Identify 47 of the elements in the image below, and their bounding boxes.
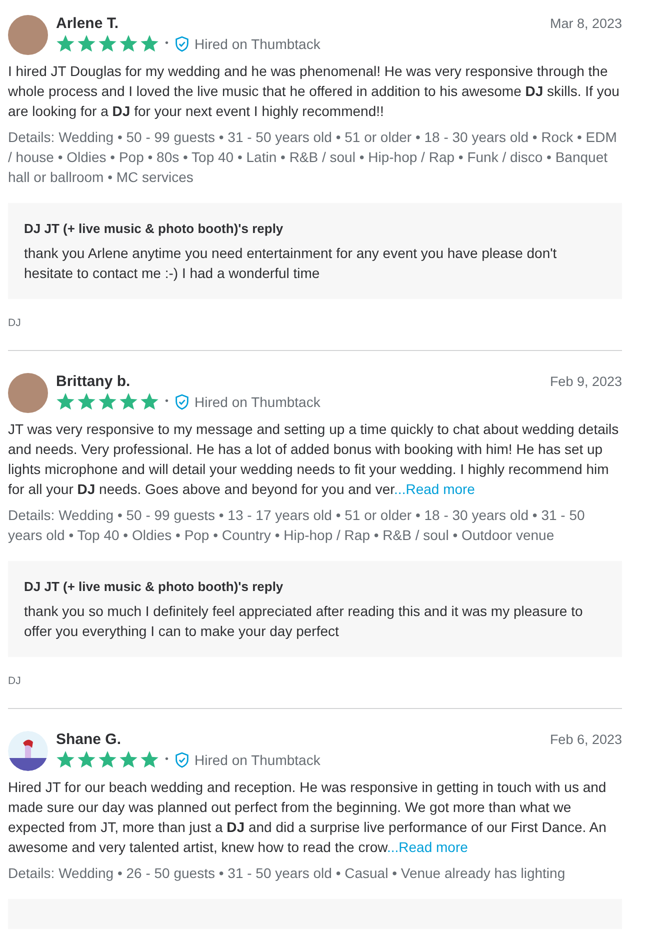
star-icon: [140, 34, 159, 53]
avatar-photo: [8, 15, 48, 55]
read-more-link[interactable]: ...Read more: [394, 481, 475, 497]
star-icon: [140, 750, 159, 769]
star-icon: [98, 392, 117, 411]
star-icon: [119, 392, 138, 411]
star-icon: [119, 750, 138, 769]
star-icon: [56, 392, 75, 411]
star-icon: [119, 34, 138, 53]
star-icon: [77, 750, 96, 769]
separator-dot: •: [165, 754, 169, 765]
separator-dot: •: [165, 38, 169, 49]
shield-check-icon: [174, 752, 189, 768]
avatar-photo: [8, 373, 48, 413]
shield-check-icon: [174, 394, 189, 410]
star-icon: [98, 34, 117, 53]
separator-dot: •: [165, 396, 169, 407]
review-date: Feb 6, 2023: [550, 732, 622, 747]
review-details: Details: Wedding • 50 - 99 guests • 31 - 50 years old • 51 or older • 18 - 30 years old • Rock • EDM / house • Oldies • Pop • 80s • Top 40 • Latin • R&B / soul • Hip-hop / Rap • Funk / disco • Banquet hall or ballroom • MC services: [8, 128, 618, 187]
reply-title: DJ JT (+ live music & photo booth)'s reply: [24, 579, 284, 594]
star-icon: [98, 750, 117, 769]
star-icon: [140, 392, 159, 411]
service-tag: DJ: [8, 317, 622, 329]
review-details: Details: Wedding • 50 - 99 guests • 13 - 17 years old • 51 or older • 18 - 30 years old • 31 - 50 years old • Top 40 • Oldies • Pop • Country • Hip-hop / Rap • R&B / soul • Outdoor venue: [8, 506, 586, 545]
review-date: Mar 8, 2023: [550, 16, 622, 31]
review-text: JT was very responsive to my message and setting up a time quickly to chat about wedding details and needs. Very professional. He has a lot of added bonus with booking with him! He has set up lights microphone and will detail your wedding needs to fit your wedding. I highly recommend him for all your DJ needs. Goes above and beyond for you and ver...Read more: [8, 420, 620, 499]
star-icon: [56, 34, 75, 53]
hired-label: Hired on Thumbtack: [194, 394, 320, 410]
hired-label: Hired on Thumbtack: [194, 752, 320, 768]
reply-text: thank you so much I definitely feel appreciated after reading this and it was my pleasure to offer you everything I can to make your day perfect: [24, 602, 584, 641]
reply-text: thank you Arlene anytime you need entertainment for any event you have please don't hesitate to contact me :-) I had a wonderful time: [24, 244, 558, 283]
reply-title: DJ JT (+ live music & photo booth)'s reply: [24, 221, 284, 236]
avatar-illustration-icon: [8, 731, 48, 771]
reviewer-name: Shane G.: [56, 731, 122, 748]
read-more-link[interactable]: ...Read more: [386, 839, 468, 855]
service-tag: DJ: [8, 675, 622, 687]
shield-check-icon: [174, 36, 189, 52]
reviewer-name: Arlene T.: [56, 15, 119, 32]
review-text: I hired JT Douglas for my wedding and he was phenomenal! He was very responsive through the whole process and I loved the live music that he offered in addition to his awesome DJ skills. If you are looking for a DJ for your next event I highly recommend!!: [8, 62, 620, 121]
star-icon: [77, 34, 96, 53]
review-date: Feb 9, 2023: [550, 374, 622, 389]
star-icon: [56, 750, 75, 769]
review-text: Hired JT for our beach wedding and reception. He was responsive in getting in touch with us and made sure our day was planned out perfect from the beginning. We got more than what we expected from JT, more than just a DJ and did a surprise live performance of our First Dance. An awesome and very talented artist, knew how to read the crow...Read more: [8, 778, 608, 857]
review-details: Details: Wedding • 26 - 50 guests • 31 - 50 years old • Casual • Venue already has lighting: [8, 864, 566, 883]
star-icon: [77, 392, 96, 411]
reviewer-name: Brittany b.: [56, 373, 130, 390]
hired-label: Hired on Thumbtack: [194, 36, 320, 52]
